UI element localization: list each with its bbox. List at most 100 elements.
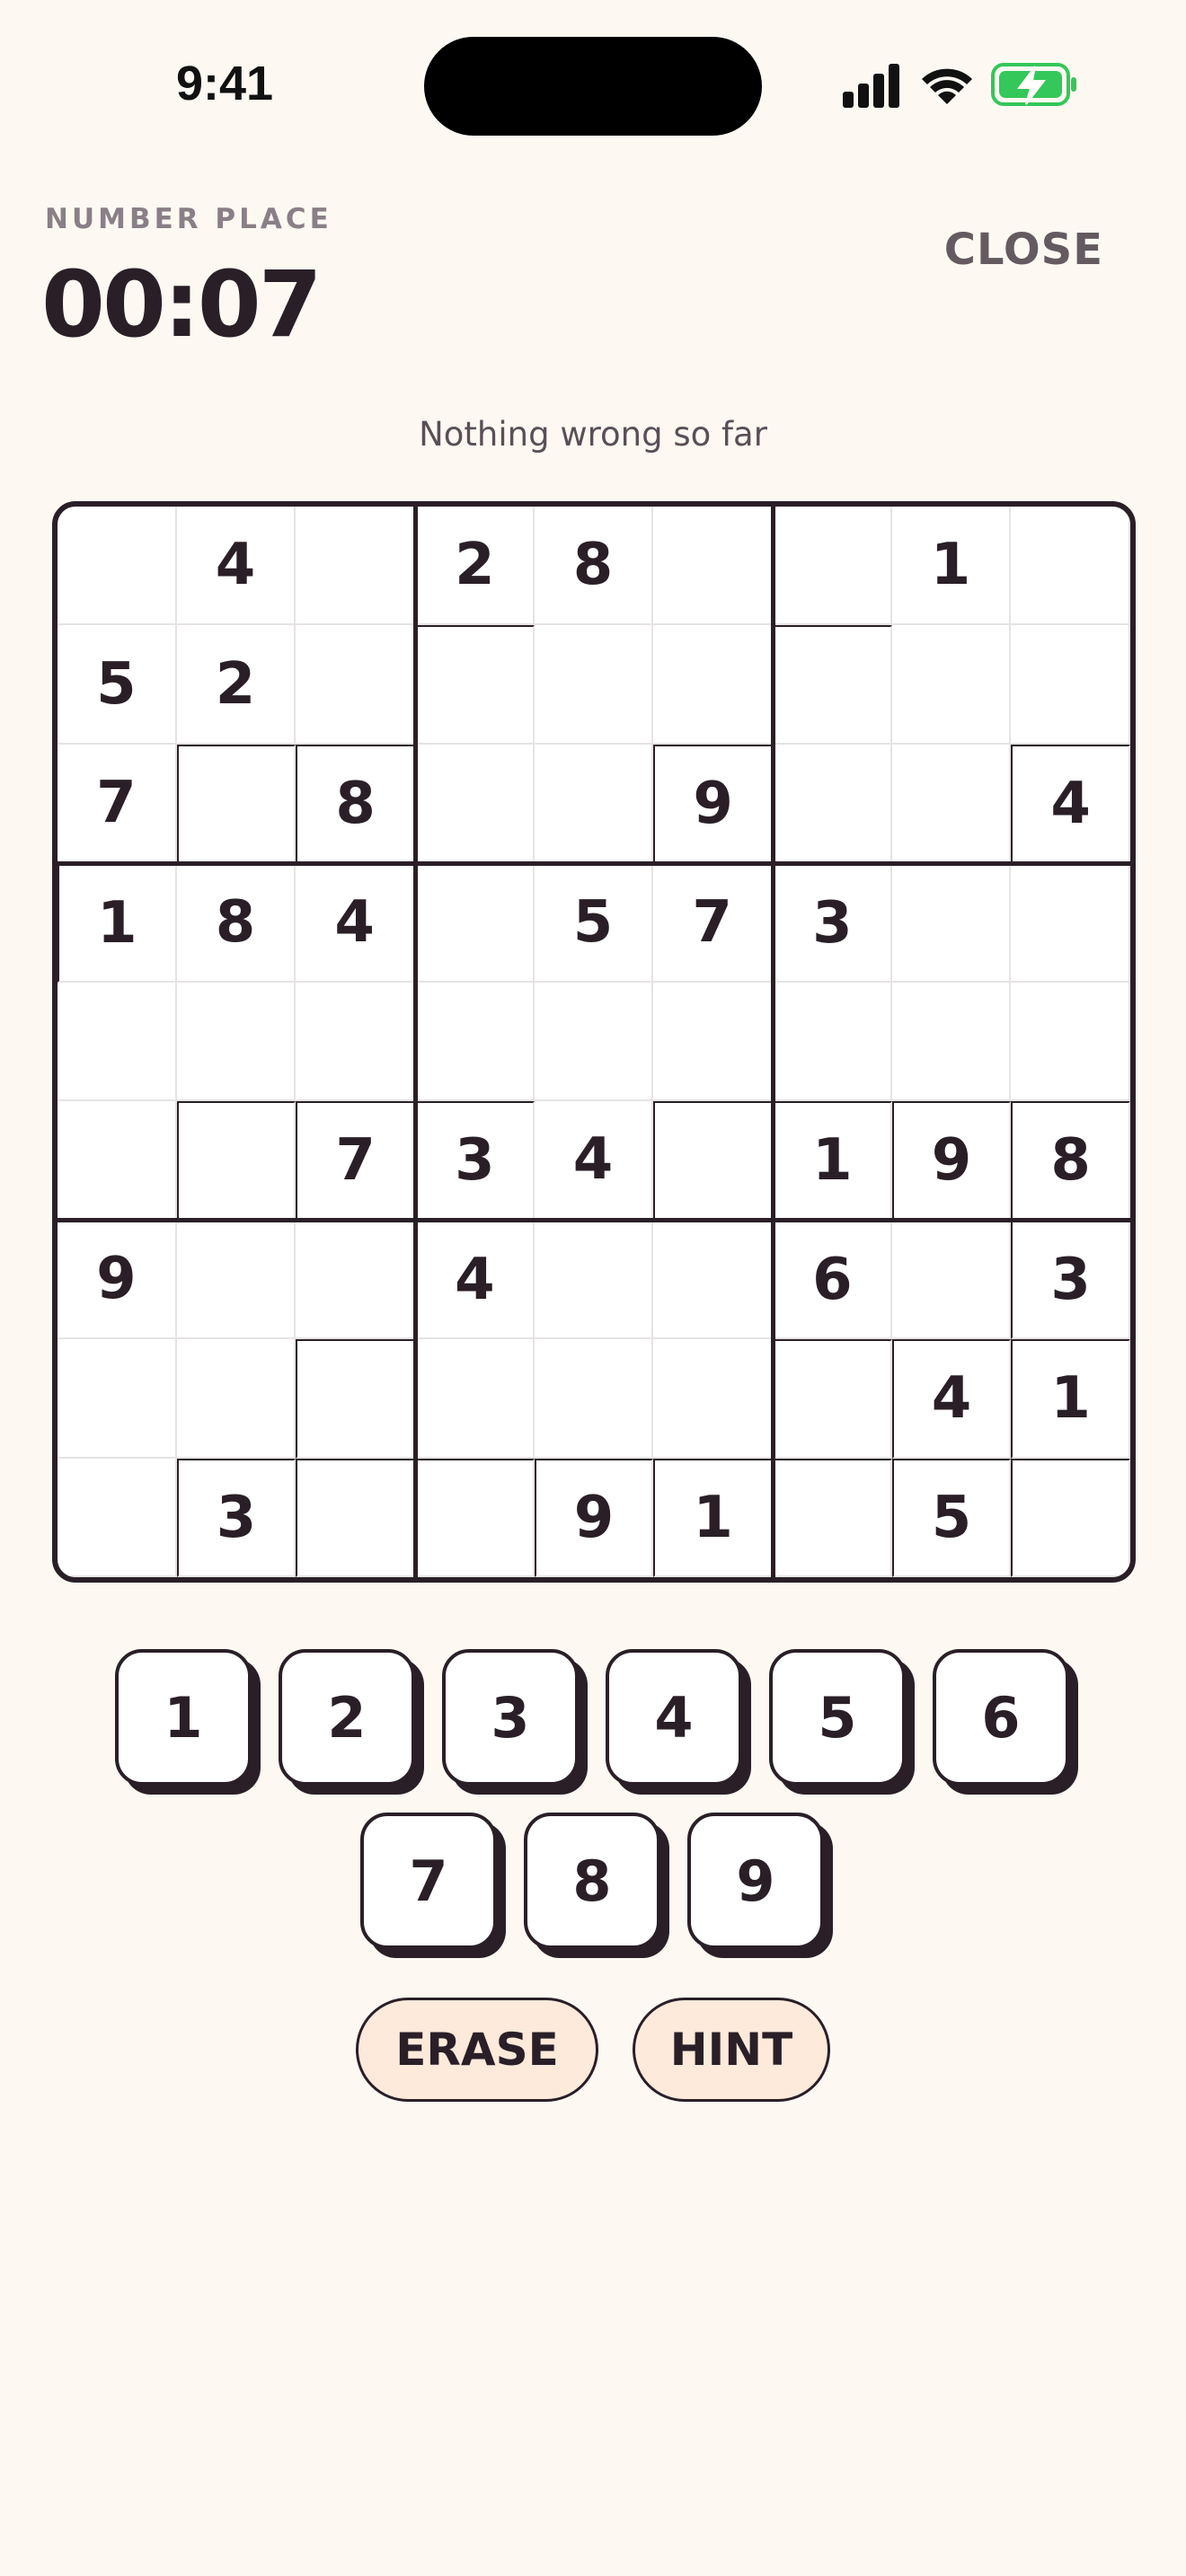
cell-r4-c5[interactable]: 5 bbox=[534, 863, 654, 983]
sudoku-board: 42815278941845737341989463413915 bbox=[52, 501, 1136, 1583]
numpad-key-8[interactable]: 8 bbox=[524, 1813, 660, 1949]
cell-r9-c6[interactable]: 1 bbox=[653, 1458, 773, 1577]
numpad-key-2[interactable]: 2 bbox=[279, 1649, 415, 1786]
cell-r8-c8[interactable]: 4 bbox=[891, 1339, 1012, 1459]
cell-r4-c7[interactable]: 3 bbox=[773, 863, 892, 983]
cell-r1-c3[interactable] bbox=[296, 507, 415, 626]
numpad-key-7[interactable]: 7 bbox=[360, 1813, 497, 1949]
cell-r2-c7[interactable] bbox=[773, 625, 892, 745]
cell-r8-c3[interactable] bbox=[296, 1339, 415, 1459]
cell-r6-c6[interactable] bbox=[653, 1101, 773, 1221]
cell-r9-c8[interactable]: 5 bbox=[891, 1458, 1012, 1577]
cell-r7-c9[interactable]: 3 bbox=[1011, 1220, 1130, 1340]
cell-r6-c8[interactable]: 9 bbox=[891, 1101, 1012, 1221]
cell-r7-c1[interactable]: 9 bbox=[58, 1220, 177, 1340]
cell-r2-c2[interactable]: 2 bbox=[176, 625, 296, 745]
cell-r3-c5[interactable] bbox=[534, 744, 654, 864]
cell-r4-c4[interactable] bbox=[415, 863, 535, 983]
cell-r7-c8[interactable] bbox=[891, 1220, 1012, 1340]
cell-r4-c2[interactable]: 8 bbox=[176, 863, 296, 983]
dynamic-island bbox=[424, 37, 762, 136]
numpad-key-5[interactable]: 5 bbox=[769, 1649, 906, 1786]
cell-r2-c1[interactable]: 5 bbox=[58, 625, 177, 745]
cell-r5-c7[interactable] bbox=[773, 982, 892, 1102]
box-divider-vertical bbox=[412, 507, 418, 1577]
cell-r8-c7[interactable] bbox=[773, 1339, 892, 1459]
cell-r2-c3[interactable] bbox=[296, 625, 415, 745]
cell-r1-c6[interactable] bbox=[653, 507, 773, 626]
cell-r9-c1[interactable] bbox=[58, 1458, 177, 1577]
cell-r6-c2[interactable] bbox=[176, 1101, 296, 1221]
cell-r4-c9[interactable] bbox=[1011, 863, 1130, 983]
cell-r4-c8[interactable] bbox=[891, 863, 1012, 983]
cell-r9-c5[interactable]: 9 bbox=[534, 1458, 654, 1577]
cell-r1-c5[interactable]: 8 bbox=[534, 507, 654, 626]
cell-r1-c8[interactable]: 1 bbox=[891, 507, 1012, 626]
cell-r2-c6[interactable] bbox=[653, 625, 773, 745]
cell-r2-c9[interactable] bbox=[1011, 625, 1130, 745]
cell-r5-c2[interactable] bbox=[176, 982, 296, 1102]
cell-r1-c2[interactable]: 4 bbox=[176, 507, 296, 626]
cell-r7-c6[interactable] bbox=[653, 1220, 773, 1340]
hint-button[interactable]: HINT bbox=[633, 1998, 830, 2102]
cell-r9-c9[interactable] bbox=[1011, 1458, 1130, 1577]
cell-r6-c1[interactable] bbox=[58, 1101, 177, 1221]
cell-r6-c7[interactable]: 1 bbox=[773, 1101, 892, 1221]
box-divider-horizontal bbox=[58, 1218, 1130, 1223]
cell-r4-c3[interactable]: 4 bbox=[296, 863, 415, 983]
cell-r3-c3[interactable]: 8 bbox=[296, 744, 415, 864]
cell-r8-c2[interactable] bbox=[176, 1339, 296, 1459]
cell-r6-c9[interactable]: 8 bbox=[1011, 1101, 1130, 1221]
cell-r3-c8[interactable] bbox=[891, 744, 1012, 864]
cell-r5-c4[interactable] bbox=[415, 982, 535, 1102]
cell-r2-c5[interactable] bbox=[534, 625, 654, 745]
cell-r7-c7[interactable]: 6 bbox=[773, 1220, 892, 1340]
numpad-key-1[interactable]: 1 bbox=[115, 1649, 252, 1786]
cell-r8-c5[interactable] bbox=[534, 1339, 654, 1459]
cell-r3-c9[interactable]: 4 bbox=[1011, 744, 1130, 864]
cell-r6-c4[interactable]: 3 bbox=[415, 1101, 535, 1221]
cell-r9-c4[interactable] bbox=[415, 1458, 535, 1577]
cell-r4-c1[interactable]: 1 bbox=[58, 863, 177, 983]
cell-r1-c1[interactable] bbox=[58, 507, 177, 626]
cell-r5-c5[interactable] bbox=[534, 982, 654, 1102]
cell-r1-c9[interactable] bbox=[1011, 507, 1130, 626]
numpad-key-9[interactable]: 9 bbox=[687, 1813, 824, 1949]
cell-r1-c7[interactable] bbox=[773, 507, 892, 626]
cell-r7-c2[interactable] bbox=[176, 1220, 296, 1340]
numpad-key-4[interactable]: 4 bbox=[606, 1649, 742, 1786]
cell-r3-c4[interactable] bbox=[415, 744, 535, 864]
cell-r2-c8[interactable] bbox=[891, 625, 1012, 745]
numpad-key-6[interactable]: 6 bbox=[933, 1649, 1069, 1786]
cell-r7-c4[interactable]: 4 bbox=[415, 1220, 535, 1340]
game-timer: 00:07 bbox=[41, 251, 323, 358]
cell-r5-c8[interactable] bbox=[891, 982, 1012, 1102]
cell-r5-c1[interactable] bbox=[58, 982, 177, 1102]
wifi-icon bbox=[922, 68, 972, 104]
cell-r5-c9[interactable] bbox=[1011, 982, 1130, 1102]
cell-r6-c3[interactable]: 7 bbox=[296, 1101, 415, 1221]
cell-r8-c1[interactable] bbox=[58, 1339, 177, 1459]
cell-r5-c6[interactable] bbox=[653, 982, 773, 1102]
cell-r3-c2[interactable] bbox=[176, 744, 296, 864]
erase-button[interactable]: ERASE bbox=[356, 1998, 598, 2102]
game-subtitle: NUMBER PLACE bbox=[45, 203, 332, 235]
cell-r3-c7[interactable] bbox=[773, 744, 892, 864]
cell-r4-c6[interactable]: 7 bbox=[653, 863, 773, 983]
cell-r5-c3[interactable] bbox=[296, 982, 415, 1102]
cell-r1-c4[interactable]: 2 bbox=[415, 507, 535, 626]
cell-r3-c1[interactable]: 7 bbox=[58, 744, 177, 864]
cell-r3-c6[interactable]: 9 bbox=[653, 744, 773, 864]
cell-r8-c4[interactable] bbox=[415, 1339, 535, 1459]
cell-r7-c3[interactable] bbox=[296, 1220, 415, 1340]
cell-r7-c5[interactable] bbox=[534, 1220, 654, 1340]
cell-r9-c2[interactable]: 3 bbox=[176, 1458, 296, 1577]
numpad-key-3[interactable]: 3 bbox=[442, 1649, 579, 1786]
cell-r6-c5[interactable]: 4 bbox=[534, 1101, 654, 1221]
cell-r9-c3[interactable] bbox=[296, 1458, 415, 1577]
cell-r9-c7[interactable] bbox=[773, 1458, 892, 1577]
cell-r8-c9[interactable]: 1 bbox=[1011, 1339, 1130, 1459]
cell-r2-c4[interactable] bbox=[415, 625, 535, 745]
close-button[interactable]: CLOSE bbox=[944, 225, 1103, 275]
cell-r8-c6[interactable] bbox=[653, 1339, 773, 1459]
